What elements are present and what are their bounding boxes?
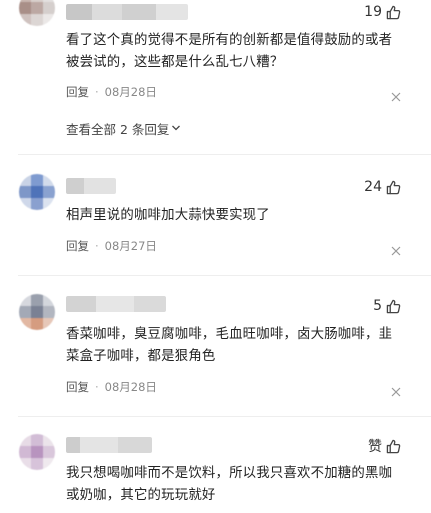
avatar[interactable] [19, 294, 55, 330]
thumbs-up-icon [386, 180, 401, 195]
like-count: 5 [373, 298, 382, 314]
like-button[interactable]: 赞 [368, 436, 401, 456]
comment-text: 香菜咖啡，臭豆腐咖啡，毛血旺咖啡，卤大肠咖啡，韭 菜盒子咖啡，都是狠角色 [66, 324, 411, 368]
like-label: 赞 [368, 439, 382, 455]
comment-line: 被尝试的，这些都是什么乱七八糟？ [66, 55, 284, 70]
divider [18, 416, 431, 417]
thumbs-up-icon [386, 5, 401, 20]
view-all-replies-label: 查看全部 2 条回复 [66, 122, 170, 137]
username-blurred[interactable] [66, 178, 116, 194]
like-button[interactable]: 24 [364, 177, 401, 197]
comment-text: 相声里说的咖啡加大蒜快要实现了 [66, 205, 411, 227]
comment-text: 我只想喝咖啡而不是饮料，所以我只喜欢不加糖的黑咖 或奶咖，其它的玩玩就好 [66, 463, 411, 507]
comment-meta: 回复 · 08月27日 [66, 238, 157, 254]
divider [18, 154, 431, 155]
divider [18, 275, 431, 276]
username-blurred[interactable] [66, 4, 188, 20]
avatar[interactable] [19, 174, 55, 210]
close-icon[interactable] [391, 382, 401, 397]
reply-button[interactable]: 回复 [66, 379, 89, 395]
reply-button[interactable]: 回复 [66, 238, 89, 254]
avatar[interactable] [19, 434, 55, 470]
comment-line: 我只想喝咖啡而不是饮料，所以我只喜欢不加糖的黑咖 [66, 466, 393, 481]
comment-line: 菜盒子咖啡，都是狠角色 [66, 349, 216, 364]
like-button[interactable]: 5 [373, 296, 401, 316]
close-icon[interactable] [391, 87, 401, 102]
like-button[interactable]: 19 [364, 2, 401, 22]
like-count: 19 [364, 4, 382, 20]
avatar[interactable] [19, 0, 55, 26]
comment-date: 08月27日 [104, 239, 157, 253]
comment-line: 看了这个真的觉得不是所有的创新都是值得鼓励的或者 [66, 33, 393, 48]
comment-line: 或奶咖，其它的玩玩就好 [66, 488, 216, 503]
like-count: 24 [364, 179, 382, 195]
separator-dot: · [95, 239, 99, 253]
username-blurred[interactable] [66, 296, 166, 312]
reply-button[interactable]: 回复 [66, 84, 89, 100]
comment-line: 香菜咖啡，臭豆腐咖啡，毛血旺咖啡，卤大肠咖啡，韭 [66, 327, 393, 342]
separator-dot: · [95, 380, 99, 394]
chevron-down-icon [171, 121, 181, 136]
thumbs-up-icon [386, 439, 401, 454]
thumbs-up-icon [386, 299, 401, 314]
comment-meta: 回复 · 08月28日 [66, 379, 157, 395]
comment-meta: 回复 · 08月28日 [66, 84, 157, 100]
comment-line: 相声里说的咖啡加大蒜快要实现了 [66, 208, 270, 223]
comment-date: 08月28日 [104, 85, 157, 99]
comment-date: 08月28日 [104, 380, 157, 394]
username-blurred[interactable] [66, 437, 152, 453]
close-icon[interactable] [391, 241, 401, 256]
comment-text: 看了这个真的觉得不是所有的创新都是值得鼓励的或者 被尝试的，这些都是什么乱七八糟… [66, 30, 411, 74]
view-all-replies-link[interactable]: 查看全部 2 条回复 [66, 119, 181, 138]
separator-dot: · [95, 85, 99, 99]
